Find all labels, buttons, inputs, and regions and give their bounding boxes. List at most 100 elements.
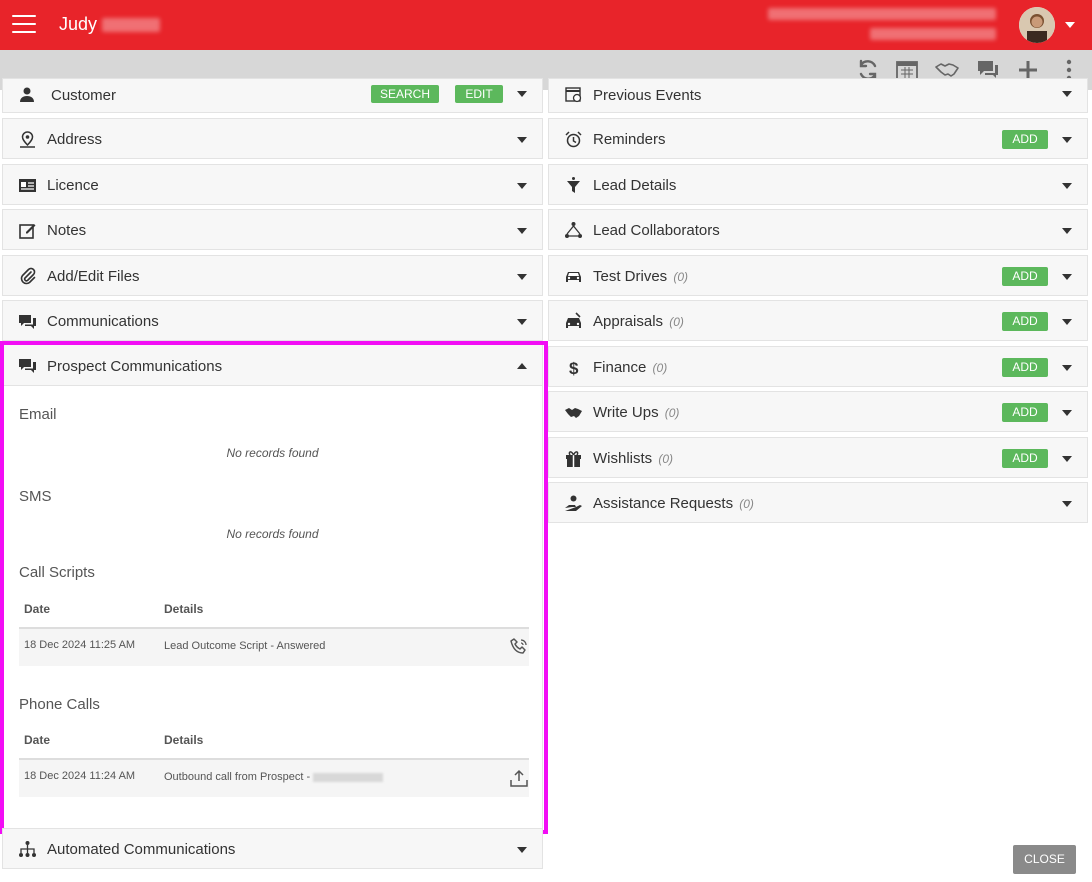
panel-label: Previous Events [593,87,702,104]
panel-label: Customer [51,87,117,104]
panel-lead-details[interactable]: Lead Details [548,164,1088,205]
panel-label: Assistance Requests (0) [593,495,754,512]
panel-label: Automated Communications [47,841,236,858]
panel-lead-collaborators[interactable]: Lead Collaborators [548,209,1088,250]
chevron-down-icon[interactable] [1062,183,1072,189]
chevron-down-icon[interactable] [1062,274,1072,280]
add-test-drive-button[interactable]: ADD [1002,267,1048,286]
panel-finance[interactable]: $ Finance (0) ADD [548,346,1088,387]
panel-wishlists[interactable]: Wishlists (0) ADD [548,437,1088,478]
row-date: 18 Dec 2024 11:25 AM [24,639,136,651]
chevron-down-icon[interactable] [517,847,527,853]
column-header-details: Details [164,733,204,747]
hamburger-menu-icon[interactable] [12,15,36,35]
masked-user-email [870,28,996,40]
chevron-down-icon[interactable] [1062,365,1072,371]
panel-automated-communications[interactable]: Automated Communications [2,828,543,869]
masked-last-name [102,18,161,33]
close-button[interactable]: CLOSE [1013,845,1076,874]
masked-phone-number [313,772,384,782]
panel-label: Write Ups (0) [593,404,680,421]
table-row[interactable]: 18 Dec 2024 11:25 AM Lead Outcome Script… [19,629,529,666]
section-title-email: Email [19,406,57,423]
column-header-date: Date [24,602,51,616]
panel-label: Test Drives (0) [593,268,689,285]
hierarchy-icon [18,840,37,859]
upload-icon[interactable] [509,768,529,788]
chevron-down-icon[interactable] [1062,456,1072,462]
car-appraisal-icon [564,312,583,331]
car-icon [564,267,583,286]
user-first-name: Judy [59,14,98,34]
phone-calls-table: Date Details 18 Dec 2024 11:24 AM Outbou… [19,731,529,801]
empty-state-sms: No records found [226,527,319,541]
add-appraisal-button[interactable]: ADD [1002,312,1048,331]
add-wishlist-button[interactable]: ADD [1002,449,1048,468]
handshake-icon [564,403,583,422]
section-title-sms: SMS [19,488,52,505]
panel-label: Reminders [593,131,666,148]
panel-reminders[interactable]: Reminders ADD [548,118,1088,159]
collaborators-icon [564,221,583,240]
row-details: Lead Outcome Script - Answered [164,640,326,652]
chevron-down-icon[interactable] [517,274,527,280]
chevron-down-icon[interactable] [1062,228,1072,234]
chevron-down-icon[interactable] [1062,501,1072,507]
chevron-down-icon[interactable] [517,228,527,234]
chevron-down-icon[interactable] [1062,137,1072,143]
user-icon [18,85,37,104]
chevron-down-icon[interactable] [1062,410,1072,416]
column-header-date: Date [24,733,51,747]
svg-text:$: $ [569,359,579,377]
panel-test-drives[interactable]: Test Drives (0) ADD [548,255,1088,296]
section-title-phone-calls: Phone Calls [19,696,100,713]
chevron-down-icon[interactable] [517,91,527,97]
empty-state-email: No records found [226,446,319,460]
customer-search-button[interactable]: SEARCH [371,85,439,103]
panel-address[interactable]: Address [2,118,543,159]
panel-write-ups[interactable]: Write Ups (0) ADD [548,391,1088,432]
paperclip-icon [18,267,37,286]
prospect-communications-header[interactable]: Prospect Communications [3,345,542,386]
chevron-down-icon[interactable] [1062,91,1072,97]
panel-label: Communications [47,313,159,330]
phone-script-icon[interactable] [509,637,529,657]
user-menu-chevron-down-icon[interactable] [1065,22,1075,28]
panel-assistance-requests[interactable]: Assistance Requests (0) [548,482,1088,523]
panel-files[interactable]: Add/Edit Files [2,255,543,296]
add-write-up-button[interactable]: ADD [1002,403,1048,422]
chevron-down-icon[interactable] [517,183,527,189]
panel-prospect-communications: Prospect Communications Email No records… [2,344,543,829]
top-bar: Judy [0,0,1092,50]
panel-communications[interactable]: Communications [2,300,543,341]
chevron-down-icon[interactable] [517,137,527,143]
panel-label: Wishlists (0) [593,450,674,467]
edit-note-icon [18,221,37,240]
row-details-text: Outbound call from Prospect - [164,771,314,783]
panel-label: Finance (0) [593,359,668,376]
chevron-down-icon[interactable] [517,319,527,325]
panel-label: Notes [47,222,87,239]
dollar-icon: $ [564,358,583,378]
gift-icon [564,449,583,468]
panel-licence[interactable]: Licence [2,164,543,205]
panel-label: Lead Details [593,177,677,194]
panel-appraisals[interactable]: Appraisals (0) ADD [548,300,1088,341]
panel-customer[interactable]: Customer SEARCH EDIT [2,78,543,113]
table-row[interactable]: 18 Dec 2024 11:24 AM Outbound call from … [19,760,529,797]
alarm-clock-icon [564,130,583,149]
panel-label: Licence [47,177,99,194]
panel-notes[interactable]: Notes [2,209,543,250]
map-pin-icon [18,130,37,149]
panel-previous-events[interactable]: Previous Events [548,78,1088,113]
avatar[interactable] [1019,7,1055,43]
add-finance-button[interactable]: ADD [1002,358,1048,377]
chevron-up-icon[interactable] [517,363,527,369]
customer-edit-button[interactable]: EDIT [455,85,503,103]
masked-dealer-info [768,8,996,20]
add-reminder-button[interactable]: ADD [1002,130,1048,149]
calendar-history-icon [564,85,583,104]
column-header-details: Details [164,602,204,616]
panel-label: Appraisals (0) [593,313,684,330]
chevron-down-icon[interactable] [1062,319,1072,325]
